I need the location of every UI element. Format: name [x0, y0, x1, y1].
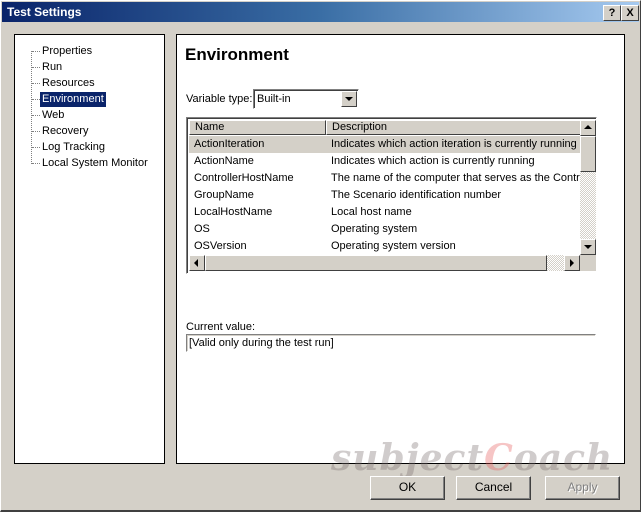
current-value-field[interactable]: [Valid only during the test run]: [186, 334, 596, 352]
scroll-up-button[interactable]: [580, 120, 596, 136]
row-description: Indicates which action is currently runn…: [331, 155, 535, 167]
test-settings-dialog: Test Settings ? X Properties Run Resourc…: [0, 0, 641, 512]
tree-branch-line: [32, 131, 40, 132]
environment-panel: Environment Variable type: Built-in Name…: [176, 34, 625, 464]
window-title: Test Settings: [7, 5, 82, 19]
vertical-scrollbar[interactable]: [580, 120, 596, 255]
tree-branch-line: [32, 67, 40, 68]
row-name: ControllerHostName: [194, 172, 294, 184]
close-icon: X: [626, 7, 634, 19]
ok-button[interactable]: OK: [370, 476, 445, 500]
watermark-logo: subjectCoach: [331, 437, 613, 479]
tree-branch-line: [32, 163, 40, 164]
row-description: The name of the computer that serves as …: [331, 172, 580, 184]
variable-type-select[interactable]: Built-in: [253, 89, 359, 109]
tree-item-run[interactable]: Run: [40, 60, 64, 75]
scroll-down-button[interactable]: [580, 239, 596, 255]
tree-branch-line: [32, 147, 40, 148]
column-header-description[interactable]: Description: [326, 120, 586, 135]
tree-branch-line: [32, 115, 40, 116]
row-description: The Scenario identification number: [331, 189, 501, 201]
title-bar: Test Settings ? X: [2, 2, 639, 22]
watermark-prefix: subject: [331, 437, 485, 479]
list-header: Name Description: [189, 120, 586, 135]
tree-item-local-system-monitor[interactable]: Local System Monitor: [40, 156, 150, 171]
table-row[interactable]: OSVersion Operating system version: [189, 238, 580, 255]
variable-type-value: Built-in: [257, 93, 291, 105]
arrow-left-icon: [194, 259, 198, 267]
variable-type-label: Variable type:: [186, 93, 253, 105]
row-description: Local host name: [331, 206, 412, 218]
row-name: LocalHostName: [194, 206, 273, 218]
table-row[interactable]: GroupName The Scenario identification nu…: [189, 187, 580, 204]
page-title: Environment: [185, 45, 289, 64]
help-icon: ?: [608, 7, 616, 19]
row-description: Operating system version: [331, 240, 456, 252]
scroll-left-button[interactable]: [189, 255, 205, 271]
settings-tree: Properties Run Resources Environment Web…: [14, 34, 165, 464]
table-row[interactable]: ActionName Indicates which action is cur…: [189, 153, 580, 170]
current-value-label: Current value:: [186, 321, 256, 333]
table-row[interactable]: ActionIteration Indicates which action i…: [189, 136, 580, 153]
watermark-c: C: [484, 437, 514, 479]
scrollbar-corner: [580, 255, 596, 271]
cancel-button[interactable]: Cancel: [456, 476, 531, 500]
row-name: OS: [194, 223, 210, 235]
help-button[interactable]: ?: [603, 5, 621, 21]
row-description: Indicates which action iteration is curr…: [331, 138, 577, 150]
horizontal-scroll-thumb[interactable]: [205, 255, 547, 271]
variables-list: Name Description ActionIteration Indicat…: [186, 117, 597, 274]
row-name: ActionIteration: [194, 138, 265, 150]
tree-branch-line: [32, 99, 40, 100]
tree-item-web[interactable]: Web: [40, 108, 66, 123]
tree-item-environment[interactable]: Environment: [40, 92, 106, 107]
table-row[interactable]: ControllerHostName The name of the compu…: [189, 170, 580, 187]
table-row[interactable]: OS Operating system: [189, 221, 580, 238]
scroll-right-button[interactable]: [564, 255, 580, 271]
row-name: ActionName: [194, 155, 254, 167]
watermark-suffix: oach: [513, 437, 614, 479]
arrow-down-icon: [584, 245, 592, 249]
row-name: OSVersion: [194, 240, 247, 252]
arrow-up-icon: [584, 125, 592, 129]
tree-item-recovery[interactable]: Recovery: [40, 124, 90, 139]
tree-item-properties[interactable]: Properties: [40, 44, 94, 59]
column-header-name[interactable]: Name: [189, 120, 326, 135]
arrow-right-icon: [570, 259, 574, 267]
chevron-down-icon: [345, 97, 353, 101]
tree-item-resources[interactable]: Resources: [40, 76, 97, 91]
close-button[interactable]: X: [621, 5, 639, 21]
horizontal-scrollbar[interactable]: [189, 255, 580, 271]
tree-branch-line: [32, 51, 40, 52]
row-description: Operating system: [331, 223, 418, 235]
tree-item-log-tracking[interactable]: Log Tracking: [40, 140, 107, 155]
vertical-scroll-thumb[interactable]: [580, 136, 596, 172]
tree-branch-line: [32, 83, 40, 84]
dropdown-button[interactable]: [341, 91, 357, 107]
row-name: GroupName: [194, 189, 254, 201]
table-row[interactable]: LocalHostName Local host name: [189, 204, 580, 221]
apply-button[interactable]: Apply: [545, 476, 620, 500]
